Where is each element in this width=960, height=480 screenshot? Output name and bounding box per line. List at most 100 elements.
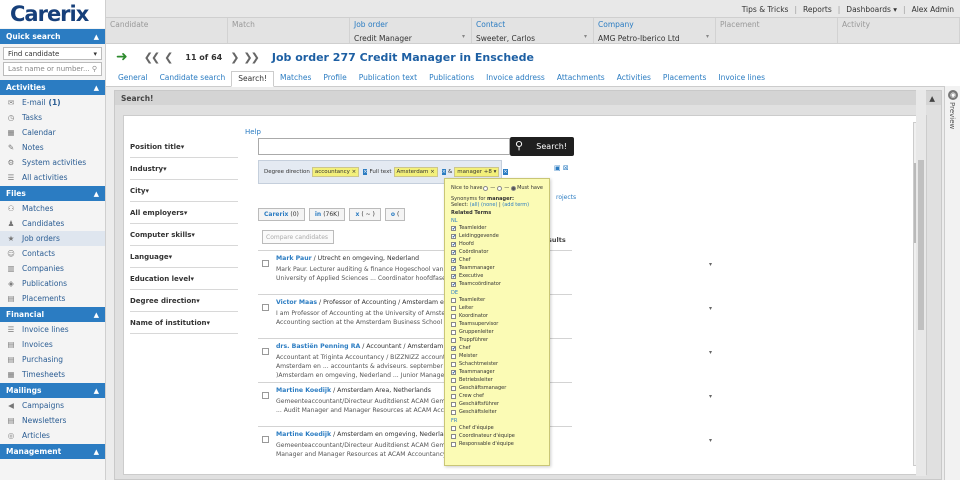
filter-industry[interactable]: Industry ▾ bbox=[130, 158, 238, 180]
field-candidate[interactable]: Candidate bbox=[106, 18, 228, 43]
sidebar-item-matches[interactable]: ⚇ Matches bbox=[0, 201, 105, 216]
chevron-down-icon[interactable]: ▾ bbox=[709, 261, 712, 268]
term-checkbox[interactable] bbox=[451, 313, 456, 319]
sidebar-item-e-mail[interactable]: ✉ E-mail (1) bbox=[0, 95, 105, 110]
filter-city[interactable]: City ▾ bbox=[130, 180, 238, 202]
section-header-files[interactable]: Files ▲ bbox=[0, 186, 105, 201]
term-checkbox[interactable] bbox=[451, 433, 456, 439]
tab-search-[interactable]: Search! bbox=[231, 71, 274, 87]
term-option[interactable]: Responsable d'équipe bbox=[451, 440, 543, 448]
section-header-mailings[interactable]: Mailings ▲ bbox=[0, 383, 105, 398]
field-company[interactable]: Company AMG Petro-Iberico Ltd ▾ bbox=[594, 18, 716, 43]
search-icon[interactable]: ⚲ bbox=[92, 65, 97, 73]
sidebar-item-invoice-lines[interactable]: ☰ Invoice lines bbox=[0, 322, 105, 337]
term-checkbox[interactable] bbox=[451, 297, 456, 303]
first-page-icon[interactable]: ❮❮ bbox=[144, 51, 161, 64]
term-checkbox[interactable] bbox=[451, 393, 456, 399]
sidebar-item-invoices[interactable]: ▤ Invoices bbox=[0, 337, 105, 352]
sidebar-item-all-activities[interactable]: ☰ All activities bbox=[0, 170, 105, 185]
result-name[interactable]: Victor Maas bbox=[276, 299, 317, 306]
scroll-thumb[interactable] bbox=[918, 160, 924, 330]
save-icon[interactable]: ▣ bbox=[554, 164, 561, 172]
term-checkbox[interactable] bbox=[451, 441, 456, 447]
tag-accountancy[interactable]: accountancy × bbox=[311, 167, 360, 177]
sidebar-item-tasks[interactable]: ◷ Tasks bbox=[0, 110, 105, 125]
term-checkbox[interactable] bbox=[451, 425, 456, 431]
term-option[interactable]: ✔ Teammanager bbox=[451, 264, 543, 272]
top-link[interactable]: Tips & Tricks bbox=[736, 5, 795, 14]
preview-pane-tab[interactable]: ◉ Preview bbox=[944, 86, 960, 480]
tab-placements[interactable]: Placements bbox=[657, 73, 712, 86]
tab-publications[interactable]: Publications bbox=[423, 73, 480, 86]
radio-option[interactable] bbox=[497, 185, 503, 191]
term-option[interactable]: Teamleiter bbox=[451, 296, 543, 304]
term-option[interactable]: ✔ Teammanager bbox=[451, 368, 543, 376]
tab-invoice-address[interactable]: Invoice address bbox=[480, 73, 551, 86]
term-checkbox[interactable]: ✔ bbox=[451, 241, 456, 247]
sidebar-item-campaigns[interactable]: ◀ Campaigns bbox=[0, 398, 105, 413]
sidebar-item-calendar[interactable]: ▦ Calendar bbox=[0, 125, 105, 140]
select-checkbox[interactable] bbox=[262, 304, 269, 311]
sidebar-item-timesheets[interactable]: ▦ Timesheets bbox=[0, 367, 105, 382]
term-option[interactable]: Geschäftsführer bbox=[451, 400, 543, 408]
term-option[interactable]: ✔ Chef bbox=[451, 256, 543, 264]
term-option[interactable]: ✔ Chef bbox=[451, 344, 543, 352]
help-link[interactable]: Help bbox=[245, 128, 261, 136]
term-checkbox[interactable]: ✔ bbox=[451, 265, 456, 271]
search-button[interactable]: ⚲ Search! bbox=[510, 137, 574, 156]
term-option[interactable]: Truppführer bbox=[451, 336, 543, 344]
quick-search-input[interactable]: Last name or number... ⚲ bbox=[3, 62, 102, 76]
chevron-down-icon[interactable]: ▾ bbox=[709, 305, 712, 312]
sidebar-item-candidates[interactable]: ♟ Candidates bbox=[0, 216, 105, 231]
chevron-down-icon[interactable]: ▾ bbox=[706, 33, 709, 40]
source-tab-3[interactable]: o( bbox=[384, 208, 406, 221]
term-checkbox[interactable]: ✔ bbox=[451, 345, 456, 351]
sidebar-item-contacts[interactable]: ☺ Contacts bbox=[0, 246, 105, 261]
filter-computer-skills[interactable]: Computer skills ▾ bbox=[130, 224, 238, 246]
term-option[interactable]: ✔ Teamleider bbox=[451, 224, 543, 232]
term-checkbox[interactable] bbox=[451, 401, 456, 407]
section-header-activities[interactable]: Activities ▲ bbox=[0, 80, 105, 95]
logo[interactable]: Carerix bbox=[0, 0, 105, 28]
select-checkbox[interactable] bbox=[262, 392, 269, 399]
remove-icon[interactable]: × bbox=[363, 169, 368, 175]
select-checkbox[interactable] bbox=[262, 436, 269, 443]
field-match[interactable]: Match bbox=[228, 18, 350, 43]
term-checkbox[interactable] bbox=[451, 337, 456, 343]
term-checkbox[interactable] bbox=[451, 385, 456, 391]
term-option[interactable]: Leiter bbox=[451, 304, 543, 312]
term-checkbox[interactable]: ✔ bbox=[451, 273, 456, 279]
collapse-arrow-icon[interactable]: ▲ bbox=[94, 311, 99, 319]
section-header-management[interactable]: Management ▲ bbox=[0, 444, 105, 459]
filter-name-of-institution[interactable]: Name of institution ▾ bbox=[130, 312, 238, 334]
term-checkbox[interactable]: ✔ bbox=[451, 257, 456, 263]
term-option[interactable]: ✔ Teamcoördinator bbox=[451, 280, 543, 288]
term-option[interactable]: Betriebsleiter bbox=[451, 376, 543, 384]
term-checkbox[interactable] bbox=[451, 361, 456, 367]
collapse-arrow-icon[interactable]: ▲ bbox=[94, 190, 99, 198]
select-all-link[interactable]: (all) bbox=[470, 202, 480, 208]
tag-manager[interactable]: manager +8 ▾ bbox=[454, 167, 500, 177]
source-tab-1[interactable]: in (76K) bbox=[308, 208, 346, 221]
term-checkbox[interactable]: ✔ bbox=[451, 233, 456, 239]
term-option[interactable]: ✔ Executive bbox=[451, 272, 543, 280]
term-option[interactable]: Meister bbox=[451, 352, 543, 360]
term-option[interactable]: Chef d'équipe bbox=[451, 424, 543, 432]
term-option[interactable]: Coordinateur d'équipe bbox=[451, 432, 543, 440]
collapse-arrow-icon[interactable]: ▲ bbox=[94, 33, 99, 41]
quick-search-header[interactable]: Quick search ▲ bbox=[0, 29, 105, 44]
remove-icon[interactable]: × bbox=[503, 169, 508, 175]
close-icon[interactable]: ⊠ bbox=[563, 164, 569, 172]
preview-icon[interactable]: ◉ bbox=[948, 90, 958, 100]
tab-matches[interactable]: Matches bbox=[274, 73, 317, 86]
remove-icon[interactable]: × bbox=[441, 169, 446, 175]
select-checkbox[interactable] bbox=[262, 260, 269, 267]
term-option[interactable]: Gruppenleiter bbox=[451, 328, 543, 336]
field-activity[interactable]: Activity bbox=[838, 18, 960, 43]
term-option[interactable]: Geschäftsmanager bbox=[451, 384, 543, 392]
compare-candidates-button[interactable]: Compare candidates bbox=[262, 230, 334, 244]
sidebar-item-system-activities[interactable]: ⚙ System activities bbox=[0, 155, 105, 170]
collapse-arrow-icon[interactable]: ▲ bbox=[94, 387, 99, 395]
result-name[interactable]: Martine Koedijk bbox=[276, 431, 331, 438]
tab-candidate-search[interactable]: Candidate search bbox=[154, 73, 232, 86]
